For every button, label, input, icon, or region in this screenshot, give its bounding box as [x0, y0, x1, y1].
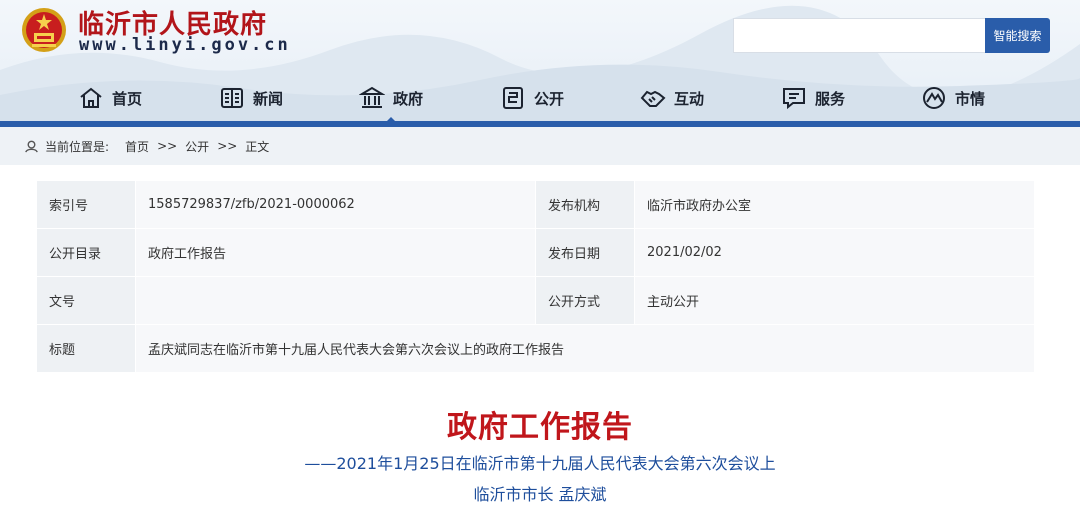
date-label: 发布日期: [535, 228, 635, 277]
breadcrumb-separator: >>: [217, 139, 238, 153]
nav-label-service: 服务: [815, 89, 846, 108]
site-url[interactable]: www.linyi.gov.cn: [79, 35, 291, 55]
nav-label-government: 政府: [393, 89, 424, 108]
date-value: 2021/02/02: [634, 228, 1035, 277]
disclosure-icon: [503, 87, 523, 109]
nav-item-interaction[interactable]: 互动: [640, 74, 704, 122]
docno-label: 文号: [36, 276, 136, 325]
table-row: 标题 孟庆斌同志在临沂市第十九届人民代表大会第六次会议上的政府工作报告: [36, 324, 1035, 373]
home-icon: [80, 87, 102, 108]
breadcrumb: 当前位置是: 首页 >> 公开 >> 正文: [0, 127, 1080, 165]
breadcrumb-disclosure[interactable]: 公开: [185, 138, 209, 155]
nav-item-service[interactable]: 服务: [781, 74, 845, 122]
nav-label-disclosure: 公开: [534, 89, 565, 108]
government-building-icon: [359, 86, 385, 108]
service-icon: [783, 88, 805, 110]
table-row: 公开目录 政府工作报告 发布日期 2021/02/02: [36, 228, 1035, 277]
index-label: 索引号: [36, 180, 136, 229]
table-row: 文号 公开方式 主动公开: [36, 276, 1035, 325]
catalog-label: 公开目录: [36, 228, 136, 277]
nav-item-government[interactable]: 政府: [359, 74, 423, 122]
mode-value: 主动公开: [634, 276, 1035, 325]
catalog-value: 政府工作报告: [135, 228, 536, 277]
city-info-icon: [923, 87, 945, 109]
article-author: 临沂市市长 孟庆斌: [473, 485, 607, 504]
index-value: 1585729837/zfb/2021-0000062: [135, 180, 536, 229]
subject-value: 孟庆斌同志在临沂市第十九届人民代表大会第六次会议上的政府工作报告: [135, 324, 1035, 373]
nav-label-news: 新闻: [253, 89, 284, 108]
docno-value: [135, 276, 536, 325]
publisher-value: 临沂市政府办公室: [634, 180, 1035, 229]
breadcrumb-current: 正文: [245, 139, 270, 154]
breadcrumb-prefix: 当前位置是:: [45, 139, 110, 154]
mode-label: 公开方式: [535, 276, 635, 325]
breadcrumb-home[interactable]: 首页: [125, 138, 149, 155]
handshake-icon: [640, 90, 666, 107]
nav-item-home[interactable]: 首页: [78, 74, 142, 122]
nav-item-city-info[interactable]: 市情: [921, 74, 985, 122]
main-nav: 首页 新闻 政府 公开 互动 服务 市情: [0, 74, 1080, 122]
nav-label-home: 首页: [112, 89, 143, 108]
article-subtitle: ——2021年1月25日在临沂市第十九届人民代表大会第六次会议上: [304, 454, 776, 473]
document-info-table: 索引号 1585729837/zfb/2021-0000062 发布机构 临沂市…: [36, 180, 1035, 373]
nav-item-news[interactable]: 新闻: [219, 74, 283, 122]
national-emblem-logo: [22, 8, 66, 52]
breadcrumb-separator: >>: [157, 139, 178, 153]
publisher-label: 发布机构: [535, 180, 635, 229]
subject-label: 标题: [36, 324, 136, 373]
article-title: 政府工作报告: [447, 410, 633, 445]
search-button[interactable]: 智能搜索: [985, 18, 1050, 53]
news-icon: [221, 88, 243, 108]
location-icon: [25, 140, 38, 152]
search-input[interactable]: [733, 18, 985, 53]
nav-label-interaction: 互动: [674, 89, 705, 108]
site-header: 临沂市人民政府 www.linyi.gov.cn 智能搜索 首页 新闻 政府 公…: [0, 0, 1080, 122]
nav-item-disclosure[interactable]: 公开: [500, 74, 564, 122]
table-row: 索引号 1585729837/zfb/2021-0000062 发布机构 临沂市…: [36, 180, 1035, 229]
nav-label-city-info: 市情: [955, 89, 986, 108]
